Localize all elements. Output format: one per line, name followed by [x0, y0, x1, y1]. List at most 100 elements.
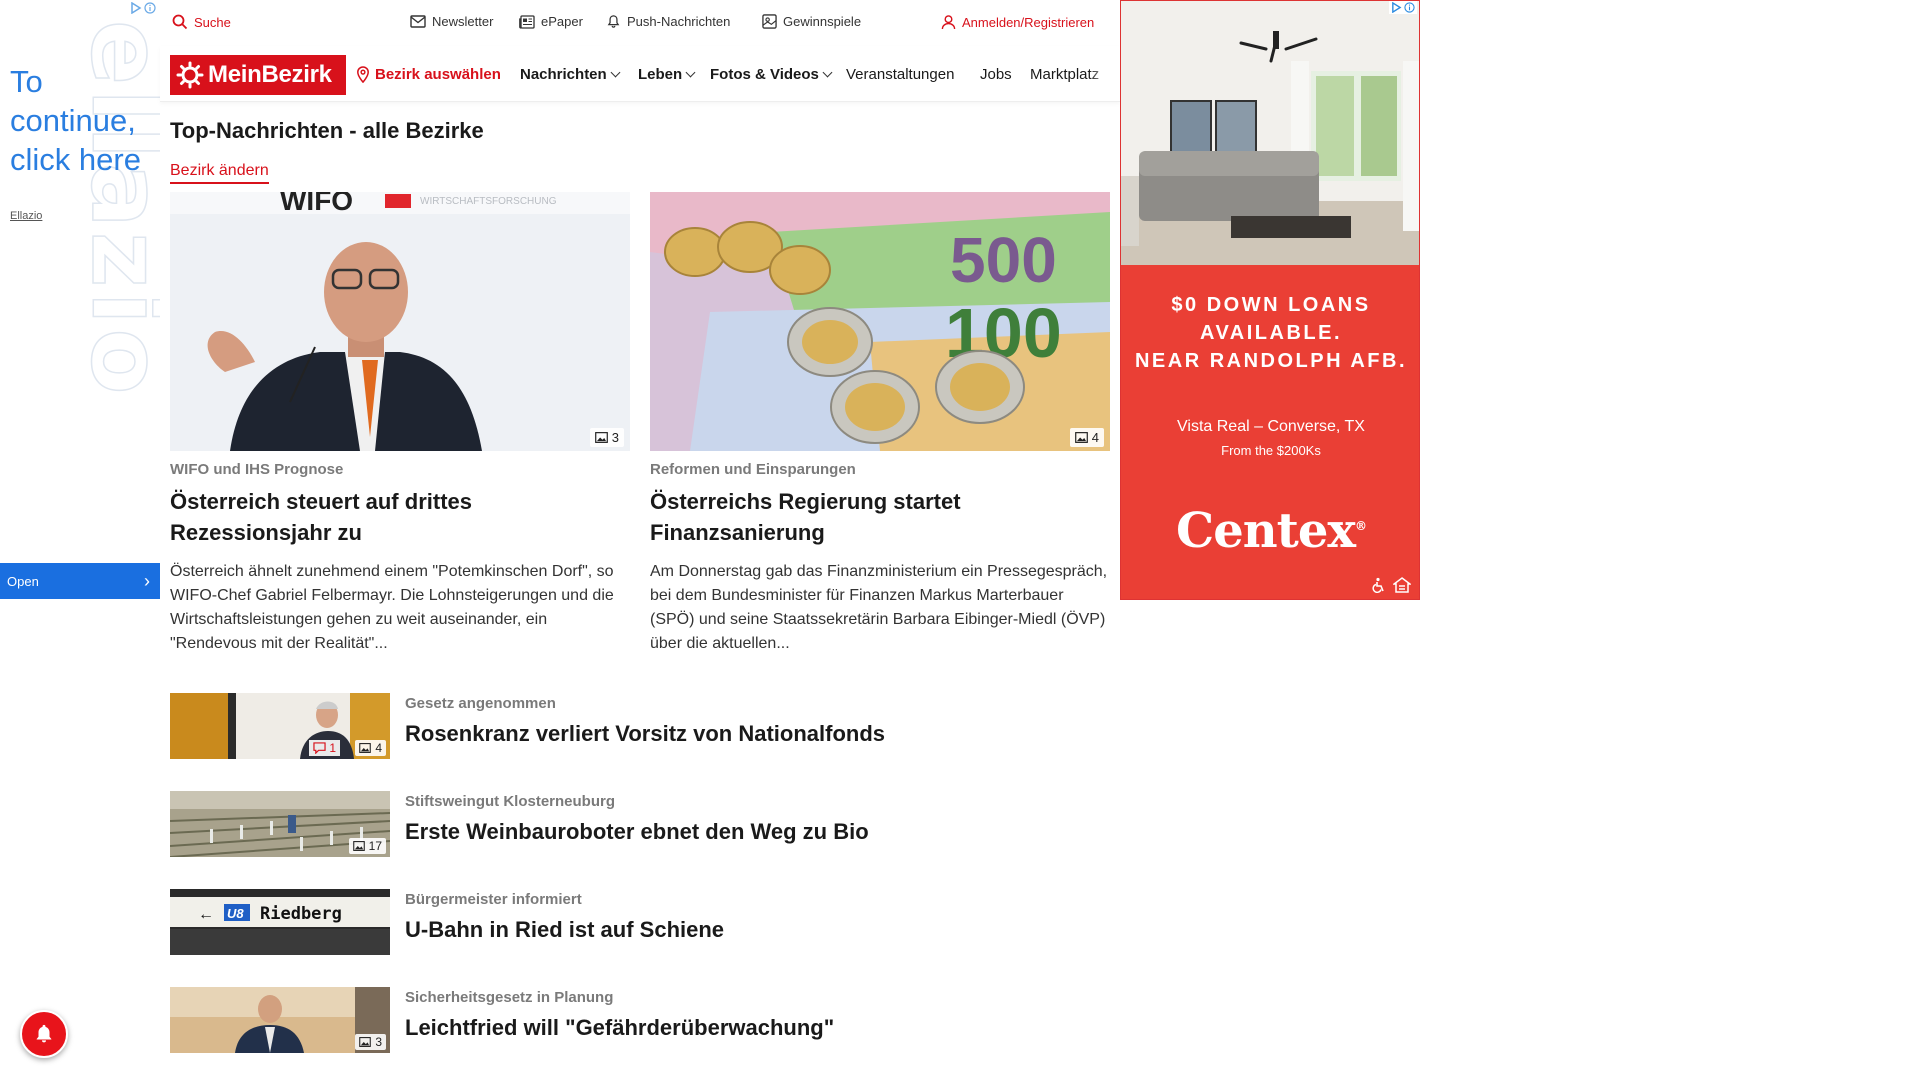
article-thumbnail[interactable]: 1 4	[170, 693, 390, 759]
photo-count: 4	[375, 741, 382, 755]
ad-compliance-icons	[1371, 577, 1411, 593]
ad-brand-mark: ®	[1354, 519, 1367, 533]
featured-article[interactable]: WIFO WIRTSCHAFTSFORSCHUNG 3 WIFO und IHS…	[170, 192, 630, 656]
utility-bar: Suche Newsletter ePaper Push-Nachrichten…	[160, 0, 1120, 46]
wifo-subtitle: WIRTSCHAFTSFORSCHUNG	[420, 196, 557, 207]
newsletter-label: Newsletter	[432, 14, 494, 29]
nav-item-label: Veranstaltungen	[846, 66, 955, 83]
nav-item-leben[interactable]: Leben	[638, 66, 696, 83]
photo-count: 3	[611, 430, 619, 445]
newspaper-icon	[519, 14, 535, 29]
ad-open-button[interactable]: Open ›	[0, 563, 160, 599]
chevron-down-icon	[610, 67, 621, 78]
photo-count-badge: 3	[355, 1034, 386, 1050]
contests-link[interactable]: Gewinnspiele	[762, 14, 861, 29]
photo-count: 17	[368, 839, 382, 853]
article-headline[interactable]: Erste Weinbauroboter ebnet den Weg zu Bi…	[405, 819, 869, 845]
ad-open-label: Open	[7, 573, 39, 589]
photo-count-badge: 17	[348, 838, 386, 854]
epaper-link[interactable]: ePaper	[519, 14, 583, 29]
equal-housing-icon	[1393, 577, 1411, 593]
search-label: Suche	[194, 14, 231, 30]
nav-item-label: Leben	[638, 66, 683, 83]
photo-count: 3	[375, 1035, 382, 1049]
search-button[interactable]: Suche	[172, 14, 231, 30]
nav-item-jobs[interactable]: Jobs	[980, 66, 1012, 83]
article-headline[interactable]: Rosenkranz verliert Vorsitz von National…	[405, 721, 885, 747]
ad-headline-line: $0 DOWN LOANS	[1171, 294, 1371, 316]
article-thumbnail[interactable]: ← U8 Riedberg	[170, 889, 390, 955]
user-icon	[941, 15, 956, 30]
image-icon	[359, 743, 372, 753]
ad-headline: $0 DOWN LOANS AVAILABLE. NEAR RANDOLPH A…	[1121, 291, 1419, 375]
article-headline[interactable]: Österreich steuert auf drittes Rezession…	[170, 486, 630, 548]
article-headline[interactable]: Leichtfried will "Gefährderüberwachung"	[405, 1015, 834, 1041]
article-teaser: Österreich ähnelt zunehmend einem "Potem…	[170, 563, 614, 652]
nav-item-nachrichten[interactable]: Nachrichten	[520, 66, 621, 83]
envelope-icon	[410, 15, 426, 28]
list-article[interactable]: 17 Stiftsweingut Klosterneuburg Erste We…	[170, 791, 1110, 859]
comment-count-badge: 1	[309, 740, 340, 756]
article-kicker: Reformen und Einsparungen	[650, 461, 856, 478]
bell-icon	[36, 1024, 52, 1043]
gift-card-icon	[762, 14, 777, 29]
article-headline[interactable]: U-Bahn in Ried ist auf Schiene	[405, 917, 724, 943]
chevron-down-icon	[685, 67, 696, 78]
epaper-label: ePaper	[541, 14, 583, 29]
newsletter-link[interactable]: Newsletter	[410, 14, 493, 29]
image-icon	[594, 432, 608, 443]
article-headline[interactable]: Österreichs Regierung startet Finanzsani…	[650, 486, 1110, 548]
right-display-ad[interactable]: $0 DOWN LOANS AVAILABLE. NEAR RANDOLPH A…	[1120, 0, 1420, 600]
adchoices-icon[interactable]	[130, 0, 158, 16]
login-label: Anmelden/Registrieren	[962, 14, 1095, 30]
left-skyscraper-ad[interactable]: ellazio To continue, click here Ellazio …	[0, 0, 160, 1080]
change-district-link[interactable]: Bezirk ändern	[170, 162, 269, 184]
site-logo[interactable]: MeinBezirk	[170, 55, 346, 95]
article-thumbnail[interactable]: 17	[170, 791, 390, 857]
ad-brand-logo: Centex®	[1121, 503, 1419, 559]
choose-district-label: Bezirk auswählen	[375, 66, 501, 83]
featured-article[interactable]: 500 100 4 Reformen und Einsparungen Öste…	[650, 192, 1110, 656]
chevron-down-icon	[822, 67, 833, 78]
choose-district-button[interactable]: Bezirk auswählen	[356, 66, 501, 83]
photo-count: 4	[1091, 430, 1099, 445]
accessibility-icon	[1372, 577, 1384, 593]
subway-line-label: U8	[227, 906, 244, 921]
list-article[interactable]: 1 4 Gesetz angenommen Rosenkranz verlier…	[170, 693, 1110, 761]
page-title: Top-Nachrichten - alle Bezirke	[170, 118, 484, 143]
image-icon	[352, 841, 365, 851]
article-thumbnail[interactable]: 3	[170, 987, 390, 1053]
economist-photo: WIFO WIRTSCHAFTSFORSCHUNG	[170, 192, 630, 451]
push-notifications-link[interactable]: Push-Nachrichten	[606, 14, 730, 29]
nav-item-marktplatz[interactable]: Marktplatz	[1030, 66, 1114, 83]
list-article[interactable]: ← U8 Riedberg Bürgermeister informiert U…	[170, 889, 1110, 957]
wifo-wordmark: WIFO	[280, 192, 353, 216]
ad-continue-link[interactable]: To continue, click here	[10, 62, 155, 179]
article-kicker: Stiftsweingut Klosterneuburg	[405, 793, 615, 810]
chevron-right-icon: ›	[144, 571, 150, 591]
nav-item-veranstaltungen[interactable]: Veranstaltungen	[846, 66, 954, 83]
adchoices-icon[interactable]	[1389, 1, 1417, 14]
image-icon	[359, 1037, 372, 1047]
ad-brand-text: Centex	[1176, 503, 1356, 559]
list-article[interactable]: 3 Sicherheitsgesetz in Planung Leichtfri…	[170, 987, 1110, 1055]
logo-text: MeinBezirk	[208, 61, 332, 88]
ad-brand-link[interactable]: Ellazio	[10, 210, 42, 222]
logo-sun-icon	[176, 61, 204, 89]
login-link[interactable]: Anmelden/Registrieren	[941, 14, 1094, 30]
euro-money-photo: 500 100	[650, 192, 1110, 451]
article-kicker: Sicherheitsgesetz in Planung	[405, 989, 614, 1006]
nav-item-fotos-videos[interactable]: Fotos & Videos	[710, 66, 833, 83]
ad-location: Vista Real – Converse, TX	[1177, 418, 1365, 435]
photo-count-badge: 4	[1069, 428, 1104, 447]
ad-headline-line: NEAR RANDOLPH AFB.	[1134, 350, 1408, 372]
ad-living-room-photo	[1121, 1, 1419, 265]
article-image[interactable]: WIFO WIRTSCHAFTSFORSCHUNG 3	[170, 192, 630, 451]
push-label: Push-Nachrichten	[627, 14, 731, 29]
article-image[interactable]: 500 100 4	[650, 192, 1110, 451]
nav-item-label: Fotos & Videos	[710, 66, 819, 83]
contests-label: Gewinnspiele	[783, 14, 862, 29]
banknote-500-text: 500	[950, 224, 1057, 296]
ad-headline-line: AVAILABLE.	[1199, 322, 1343, 344]
notification-bell-button[interactable]	[20, 1010, 68, 1058]
